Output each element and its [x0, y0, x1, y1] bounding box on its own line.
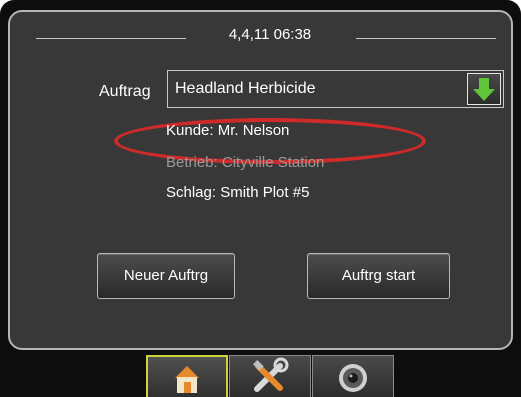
- datetime-display: 4,4,11 06:38: [228, 26, 312, 43]
- bottom-tab-bar: [0, 350, 521, 397]
- camera-icon: [339, 364, 367, 392]
- job-selected-value: Headland Herbicide: [175, 80, 316, 97]
- tab-home[interactable]: [146, 355, 228, 397]
- home-icon: [175, 366, 199, 393]
- new-job-button[interactable]: Neuer Auftrg: [97, 253, 235, 299]
- device-screen: 4,4,11 06:38 Auftrag Headland Herbicide …: [0, 0, 521, 397]
- job-dropdown-button[interactable]: [467, 73, 501, 105]
- header-divider-right: [356, 38, 496, 39]
- job-select[interactable]: Headland Herbicide: [167, 70, 504, 108]
- job-panel: 4,4,11 06:38 Auftrag Headland Herbicide …: [8, 10, 513, 350]
- farm-text: Betrieb: Cityville Station: [166, 154, 325, 171]
- start-job-button[interactable]: Auftrg start: [307, 253, 450, 299]
- tab-camera[interactable]: [312, 355, 394, 397]
- field-text: Schlag: Smith Plot #5: [166, 184, 310, 201]
- arrow-down-icon: [473, 78, 495, 101]
- tools-icon: [253, 357, 289, 392]
- header-divider-left: [36, 38, 186, 39]
- job-label: Auftrag: [99, 83, 151, 100]
- tab-tools[interactable]: [229, 355, 311, 397]
- client-text: Kunde: Mr. Nelson: [166, 122, 290, 139]
